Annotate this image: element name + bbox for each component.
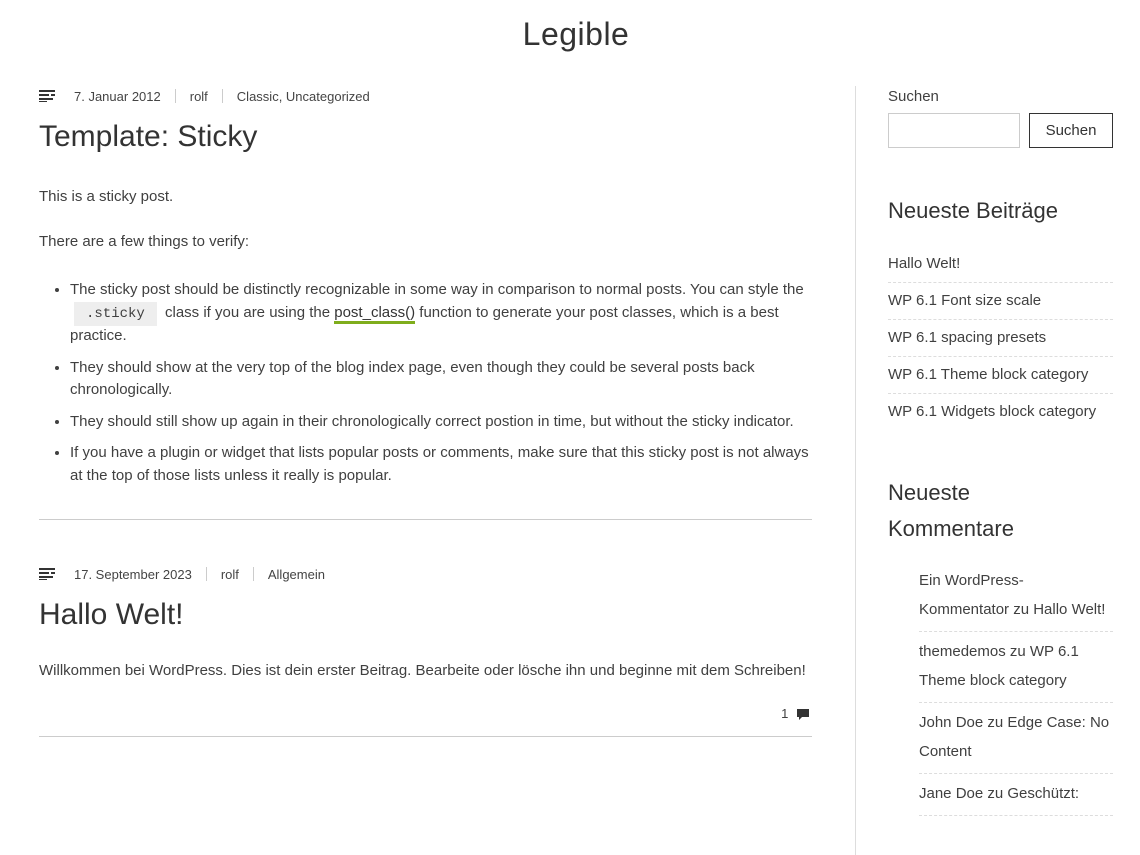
list-item: They should still show up again in their…	[70, 411, 812, 434]
recent-post-link[interactable]: Hallo Welt!	[888, 246, 1113, 283]
comment-bubble-icon	[797, 708, 809, 720]
post-sticky: 7. Januar 2012 rolf Classic, Uncategoriz…	[39, 86, 812, 520]
list-item: They should show at the very top of the …	[70, 357, 812, 402]
post-author[interactable]: rolf	[190, 89, 208, 104]
recent-comments-heading: Neueste Kommentare	[888, 480, 1014, 541]
comment-count: 1	[781, 706, 789, 721]
post-paragraph: There are a few things to verify:	[39, 233, 250, 250]
search-input[interactable]	[888, 113, 1020, 148]
post-title[interactable]: Hallo Welt!	[39, 598, 812, 632]
post-paragraph: This is a sticky post.	[39, 188, 174, 205]
post-paragraph: Willkommen bei WordPress. Dies ist dein …	[39, 662, 806, 679]
list-item: The sticky post should be distinctly rec…	[70, 279, 812, 348]
sidebar: Suchen Suchen Neueste Beiträge Hallo Wel…	[888, 88, 1113, 816]
post-separator	[39, 519, 812, 520]
post-meta: 7. Januar 2012 rolf Classic, Uncategoriz…	[39, 86, 812, 106]
post-author[interactable]: rolf	[221, 567, 239, 582]
recent-posts-heading: Neueste Beiträge	[888, 198, 1058, 223]
comments-link[interactable]: 1	[39, 706, 812, 722]
divider	[221, 89, 223, 103]
post-list: 7. Januar 2012 rolf Classic, Uncategoriz…	[39, 86, 812, 737]
search-button[interactable]: Suchen	[1029, 113, 1113, 148]
post-categories[interactable]: Allgemein	[268, 567, 325, 582]
divider	[205, 567, 207, 581]
recent-post-link[interactable]: WP 6.1 spacing presets	[888, 320, 1113, 357]
recent-post-link[interactable]: WP 6.1 Widgets block category	[888, 394, 1113, 430]
recent-comments-list: Ein WordPress-Kommentator zu Hallo Welt!…	[919, 561, 1113, 816]
text: The sticky post should be distinctly rec…	[70, 281, 804, 298]
recent-comment[interactable]: John Doe zu Edge Case: No Content	[919, 703, 1113, 774]
post-separator	[39, 735, 812, 737]
text: class if you are using the	[164, 303, 331, 321]
recent-post-link[interactable]: WP 6.1 Theme block category	[888, 357, 1113, 394]
recent-comment[interactable]: Jane Doe zu Geschützt:	[919, 774, 1113, 816]
post-format-standard-icon	[39, 568, 55, 580]
post-date[interactable]: 7. Januar 2012	[74, 89, 161, 104]
post-hallo-welt: 17. September 2023 rolf Allgemein Hallo …	[39, 564, 812, 737]
search-label: Suchen	[888, 88, 939, 105]
post-meta: 17. September 2023 rolf Allgemein	[39, 564, 812, 584]
site-title[interactable]: Legible	[0, 16, 1140, 53]
post-class-link[interactable]: post_class()	[334, 303, 416, 324]
post-list-items: The sticky post should be distinctly rec…	[70, 279, 812, 487]
post-categories[interactable]: Classic, Uncategorized	[237, 89, 370, 104]
code-sticky: .sticky	[74, 301, 157, 326]
sidebar-divider	[855, 86, 856, 855]
divider	[252, 567, 254, 581]
recent-posts-list: Hallo Welt! WP 6.1 Font size scale WP 6.…	[888, 246, 1113, 430]
post-title[interactable]: Template: Sticky	[39, 120, 812, 154]
post-format-standard-icon	[39, 90, 55, 102]
recent-comment[interactable]: Ein WordPress-Kommentator zu Hallo Welt!	[919, 561, 1113, 632]
divider	[174, 89, 176, 103]
post-date[interactable]: 17. September 2023	[74, 567, 192, 582]
recent-comment[interactable]: themedemos zu WP 6.1 Theme block categor…	[919, 632, 1113, 703]
recent-post-link[interactable]: WP 6.1 Font size scale	[888, 283, 1113, 320]
list-item: If you have a plugin or widget that list…	[70, 442, 812, 487]
